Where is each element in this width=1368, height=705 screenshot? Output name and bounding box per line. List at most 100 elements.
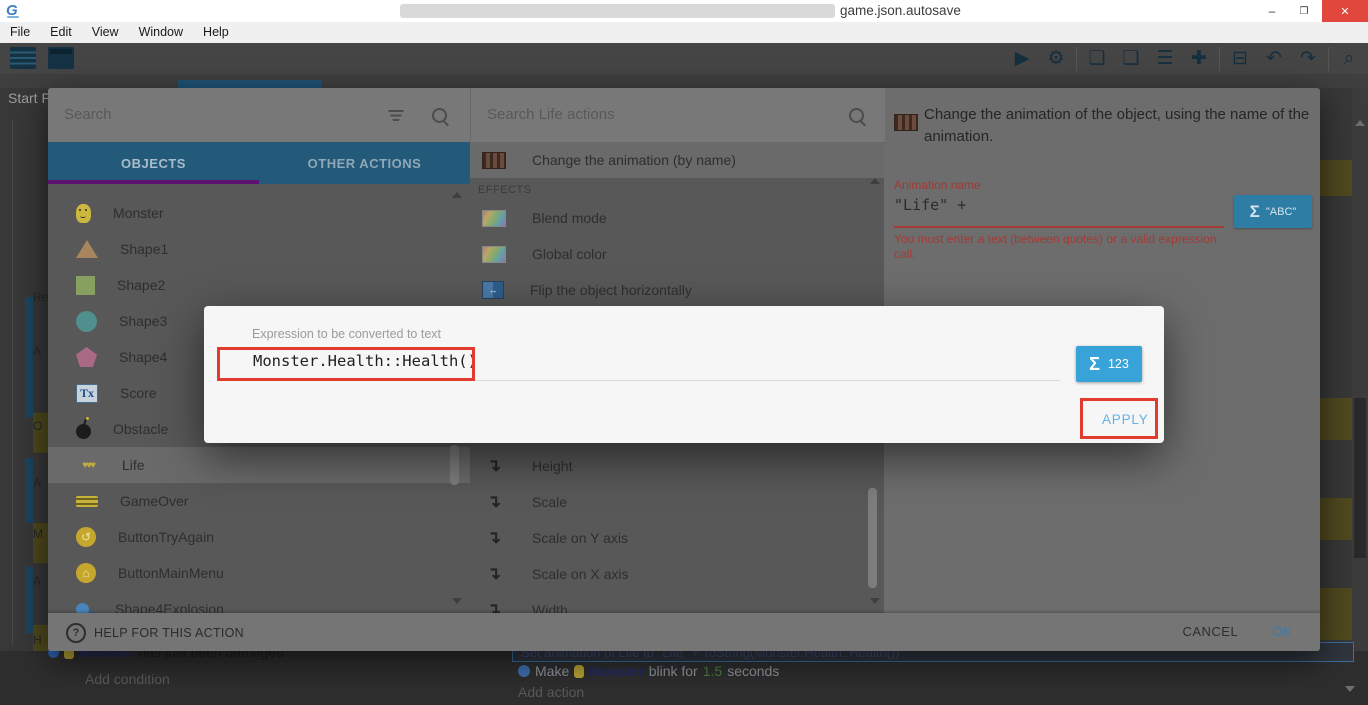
event-label: A [33, 344, 41, 358]
add-scene-window-icon[interactable]: ❏ [1080, 46, 1114, 72]
rainbow-icon [482, 246, 506, 263]
editor-scrollbar-thumb[interactable] [1354, 398, 1366, 558]
add-object-icon[interactable]: ✚ [1182, 46, 1216, 72]
item-label: Change the animation (by name) [532, 152, 736, 168]
remove-frame-icon[interactable]: ⊟ [1223, 46, 1257, 72]
action-list-item[interactable]: ↴Scale [470, 484, 884, 520]
object-list-item[interactable]: ♥♥♥Life [48, 447, 470, 483]
action-list-item[interactable]: ↴Scale on X axis [470, 556, 884, 592]
action-list-item[interactable]: ↴Scale on Y axis [470, 520, 884, 556]
scene-editor-icon[interactable] [48, 47, 74, 69]
object-list-item[interactable]: Shape2 [48, 267, 470, 303]
event-group-bar [25, 297, 33, 417]
item-label: Monster [113, 205, 164, 221]
tab-objects[interactable]: OBJECTS [48, 142, 259, 184]
item-label: Shape2 [117, 277, 165, 293]
editor-scrollbar[interactable] [1352, 88, 1368, 651]
validation-error-text: You must enter a text (between quotes) o… [894, 232, 1230, 262]
abc-caption: "ABC" [1266, 206, 1296, 218]
button-home-icon: ⌂ [76, 563, 96, 583]
add-condition-link[interactable]: Add condition [85, 671, 170, 687]
input-error-underline [894, 226, 1224, 228]
annotation-apply-highlight [1080, 398, 1158, 439]
redo-icon[interactable]: ↷ [1291, 46, 1325, 72]
action-gear-icon [518, 665, 530, 677]
action-list-item[interactable]: ↴Height [470, 448, 884, 484]
object-list-item[interactable]: Monster [48, 195, 470, 231]
debug-icon[interactable]: ⚙ [1039, 46, 1073, 72]
tab-other-actions[interactable]: OTHER ACTIONS [259, 142, 470, 184]
filter-icon[interactable] [388, 110, 404, 121]
search-icon[interactable]: ⌕ [1332, 46, 1366, 72]
action-list-item[interactable]: Change the animation (by name) [470, 142, 884, 178]
object-list-scrollbar-thumb[interactable] [450, 445, 459, 485]
square-icon [76, 276, 95, 295]
action-list-item[interactable]: Global color [470, 236, 884, 272]
toolbar-right-icons: ▶⚙❏❏☰✚⊟↶↷⌕ [1005, 43, 1366, 74]
item-label: Shape4 [119, 349, 167, 365]
add-action-link[interactable]: Add action [518, 684, 584, 700]
object-search-bar[interactable]: Search [48, 88, 470, 143]
circle-icon [76, 311, 97, 332]
open-project-manager-icon[interactable] [10, 47, 36, 69]
restore-button[interactable]: ❐ [1288, 0, 1320, 22]
object-list-item[interactable]: ↺ButtonTryAgain [48, 519, 470, 555]
menu-help[interactable]: Help [193, 22, 239, 43]
scroll-down-icon[interactable] [870, 598, 880, 604]
blink-action-row[interactable]: Make Monster blink for 1.5 seconds [518, 663, 779, 679]
ok-button[interactable]: OK [1272, 624, 1292, 639]
toolbar-separator [1076, 47, 1077, 71]
scroll-up-icon[interactable] [1355, 120, 1365, 126]
menu-view[interactable]: View [82, 22, 129, 43]
add-external-events-icon[interactable]: ☰ [1148, 46, 1182, 72]
undo-icon[interactable]: ↶ [1257, 46, 1291, 72]
size-icon: ↴ [482, 562, 506, 586]
menu-file[interactable]: File [0, 22, 40, 43]
item-label: Flip the object horizontally [530, 282, 692, 298]
scroll-up-icon[interactable] [870, 178, 880, 184]
action-search-bar[interactable]: Search Life actions [470, 88, 885, 143]
event-action-cell [1320, 160, 1352, 196]
text-icon: Tx [76, 384, 98, 403]
help-link[interactable]: HELP FOR THIS ACTION [94, 626, 244, 640]
item-label: Shape3 [119, 313, 167, 329]
object-list-item[interactable]: Shape1 [48, 231, 470, 267]
gameover-icon [76, 496, 98, 507]
animation-name-input[interactable]: "Life" + [894, 196, 966, 214]
item-label: Life [122, 457, 145, 473]
object-list-item[interactable]: GameOver [48, 483, 470, 519]
help-icon[interactable]: ? [66, 623, 86, 643]
add-external-layout-icon[interactable]: ❏ [1114, 46, 1148, 72]
scroll-down-icon[interactable] [1345, 686, 1355, 692]
object-list-item[interactable]: ⌂ButtonMainMenu [48, 555, 470, 591]
size-action-list: ↴Height↴Scale↴Scale on Y axis↴Scale on X… [470, 448, 884, 628]
film-icon [482, 152, 506, 169]
object-search-input[interactable]: Search [64, 106, 112, 123]
scroll-down-icon[interactable] [452, 598, 462, 604]
event-action-cell [1320, 588, 1352, 640]
play-icon[interactable]: ▶ [1005, 46, 1039, 72]
close-button[interactable]: ✕ [1322, 0, 1368, 22]
action-search-input[interactable]: Search Life actions [487, 106, 615, 123]
item-label: ButtonTryAgain [118, 529, 214, 545]
text-expression-builder-button[interactable]: Σ "ABC" [1234, 195, 1312, 228]
scroll-up-icon[interactable] [452, 192, 462, 198]
action-list-item[interactable]: ↔Flip the object horizontally [470, 272, 884, 308]
toolbar-separator [1219, 47, 1220, 71]
active-editor-tab[interactable] [178, 80, 322, 88]
item-label: Scale [532, 494, 567, 510]
object-list-item[interactable]: Shape4Explosion [48, 591, 470, 613]
minimize-button[interactable]: – [1256, 0, 1288, 22]
action-list-scrollbar-thumb[interactable] [868, 488, 877, 588]
scene-tab-label[interactable]: Start P [8, 90, 51, 106]
menu-edit[interactable]: Edit [40, 22, 82, 43]
pentagon-icon [76, 347, 97, 367]
cancel-button[interactable]: CANCEL [1182, 624, 1238, 639]
event-label: H [33, 633, 42, 647]
rainbow-icon [482, 210, 506, 227]
menu-window[interactable]: Window [129, 22, 193, 43]
number-caption: 123 [1108, 357, 1129, 371]
sigma-icon: Σ [1089, 354, 1100, 375]
number-expression-builder-button[interactable]: Σ 123 [1076, 346, 1142, 382]
action-list-item[interactable]: Blend mode [470, 200, 884, 236]
